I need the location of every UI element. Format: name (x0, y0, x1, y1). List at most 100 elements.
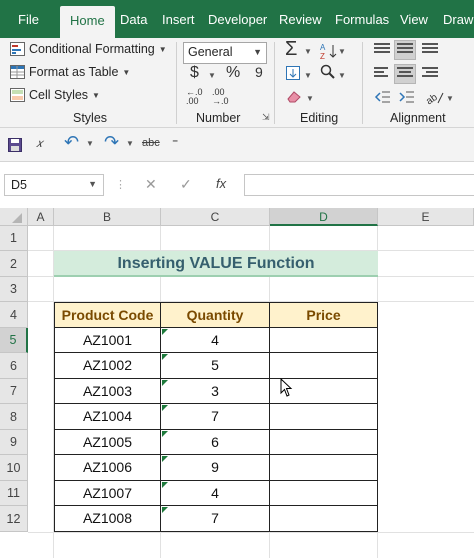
formula-input[interactable] (244, 174, 474, 196)
cell-price[interactable] (269, 454, 378, 481)
tab-draw[interactable]: Draw (443, 0, 473, 38)
error-indicator-icon[interactable] (162, 354, 168, 360)
comma-style-button[interactable]: 9 (255, 64, 263, 80)
row-header-6[interactable]: 6 (0, 353, 28, 379)
tab-review[interactable]: Review (279, 0, 322, 38)
cell-product-code[interactable]: AZ1002 (54, 352, 161, 379)
cell-price[interactable] (269, 352, 378, 379)
error-indicator-icon[interactable] (162, 405, 168, 411)
error-indicator-icon[interactable] (162, 329, 168, 335)
clear-icon[interactable] (286, 89, 302, 106)
header-product-code[interactable]: Product Code (54, 302, 161, 328)
cell-price[interactable] (269, 429, 378, 455)
chevron-down-icon: ▼ (304, 71, 312, 80)
row-header-5[interactable]: 5 (0, 328, 28, 353)
tab-file[interactable]: File (18, 0, 39, 38)
sheet-title-cell[interactable]: Inserting VALUE Function (54, 251, 378, 277)
cell-product-code[interactable]: AZ1004 (54, 403, 161, 430)
cell-product-code[interactable]: AZ1001 (54, 327, 161, 353)
cell-product-code[interactable]: AZ1007 (54, 480, 161, 506)
conditional-formatting-button[interactable]: Conditional Formatting ▼ (10, 42, 167, 56)
redo-icon[interactable]: ↷ (104, 132, 119, 153)
cell-price[interactable] (269, 480, 378, 506)
cell-product-code[interactable]: AZ1003 (54, 378, 161, 404)
error-indicator-icon[interactable] (162, 456, 168, 462)
column-header-e[interactable]: E (378, 208, 474, 226)
tab-view[interactable]: View (400, 0, 428, 38)
align-right-icon[interactable] (422, 67, 438, 81)
increase-decimal-icon[interactable]: ←.0.00 (186, 88, 203, 106)
cell-price[interactable] (269, 327, 378, 353)
cell-quantity[interactable]: 6 (160, 429, 270, 455)
currency-format-button[interactable]: $ (190, 64, 199, 82)
cell-product-code[interactable]: AZ1008 (54, 505, 161, 532)
cell-price[interactable] (269, 505, 378, 532)
strikethrough-icon[interactable]: abc (142, 137, 160, 149)
select-all-corner[interactable] (0, 208, 28, 226)
cell-quantity[interactable]: 3 (160, 378, 270, 404)
column-header-b[interactable]: B (54, 208, 161, 226)
column-header-c[interactable]: C (161, 208, 270, 226)
indent-decrease-icon[interactable] (374, 90, 390, 107)
row-header-8[interactable]: 8 (0, 404, 28, 430)
row-header-4[interactable]: 4 (0, 302, 28, 328)
enter-icon[interactable]: ✓ (180, 176, 192, 193)
row-header-3[interactable]: 3 (0, 277, 28, 302)
chevron-down-icon: ▼ (88, 179, 97, 189)
cell-quantity[interactable]: 4 (160, 480, 270, 506)
align-center-icon[interactable] (397, 67, 413, 81)
cell-quantity[interactable]: 7 (160, 403, 270, 430)
error-indicator-icon[interactable] (162, 507, 168, 513)
row-header-11[interactable]: 11 (0, 481, 28, 506)
cell-styles-button[interactable]: Cell Styles ▼ (10, 88, 100, 102)
middle-align-icon[interactable] (397, 43, 413, 57)
find-select-icon[interactable] (320, 64, 336, 83)
align-left-icon[interactable] (374, 67, 390, 81)
error-indicator-icon[interactable] (162, 380, 168, 386)
cell-product-code[interactable]: AZ1005 (54, 429, 161, 455)
number-format-dropdown[interactable]: General ▼ (183, 42, 267, 64)
bottom-align-icon[interactable] (422, 43, 438, 57)
error-indicator-icon[interactable] (162, 431, 168, 437)
formula-x-icon[interactable]: 𝑥 (36, 136, 43, 151)
header-price[interactable]: Price (269, 302, 378, 328)
cell-price[interactable] (269, 403, 378, 430)
name-box[interactable]: D5 ▼ (4, 174, 104, 196)
cell-quantity[interactable]: 7 (160, 505, 270, 532)
cell-product-code[interactable]: AZ1006 (54, 454, 161, 481)
format-as-table-button[interactable]: Format as Table ▼ (10, 65, 130, 79)
decrease-decimal-icon[interactable]: .00 →.0 (212, 88, 229, 106)
tab-home[interactable]: Home (60, 6, 115, 38)
resize-dots-icon[interactable]: ⋮ (115, 178, 126, 191)
row-header-10[interactable]: 10 (0, 455, 28, 481)
sort-filter-icon[interactable]: AZ (320, 42, 338, 63)
row-header-1[interactable]: 1 (0, 226, 28, 251)
top-align-icon[interactable] (374, 43, 390, 57)
cell-quantity[interactable]: 4 (160, 327, 270, 353)
insert-function-icon[interactable]: fx (216, 176, 226, 191)
fill-icon[interactable] (286, 66, 300, 83)
save-icon[interactable] (8, 138, 22, 157)
cancel-icon[interactable]: ✕ (145, 176, 157, 193)
row-header-7[interactable]: 7 (0, 379, 28, 404)
column-header-a[interactable]: A (28, 208, 54, 226)
percent-style-button[interactable]: % (226, 64, 240, 82)
dialog-launcher-icon[interactable]: ⇲ (262, 112, 270, 123)
cell-quantity[interactable]: 5 (160, 352, 270, 379)
tab-insert[interactable]: Insert (162, 0, 195, 38)
row-header-9[interactable]: 9 (0, 430, 28, 455)
header-quantity[interactable]: Quantity (160, 302, 270, 328)
column-header-d[interactable]: D (270, 208, 378, 226)
tab-formulas[interactable]: Formulas (335, 0, 389, 38)
tab-developer[interactable]: Developer (208, 0, 267, 38)
autosum-icon[interactable]: Σ (285, 38, 297, 61)
tab-data[interactable]: Data (120, 0, 147, 38)
error-indicator-icon[interactable] (162, 482, 168, 488)
customize-toolbar-icon[interactable]: ⁼ (172, 136, 178, 150)
orientation-icon[interactable]: ab (424, 89, 444, 108)
indent-increase-icon[interactable] (398, 90, 414, 107)
row-header-2[interactable]: 2 (0, 251, 28, 277)
cell-quantity[interactable]: 9 (160, 454, 270, 481)
undo-icon[interactable]: ↶ (64, 132, 79, 153)
row-header-12[interactable]: 12 (0, 506, 28, 532)
